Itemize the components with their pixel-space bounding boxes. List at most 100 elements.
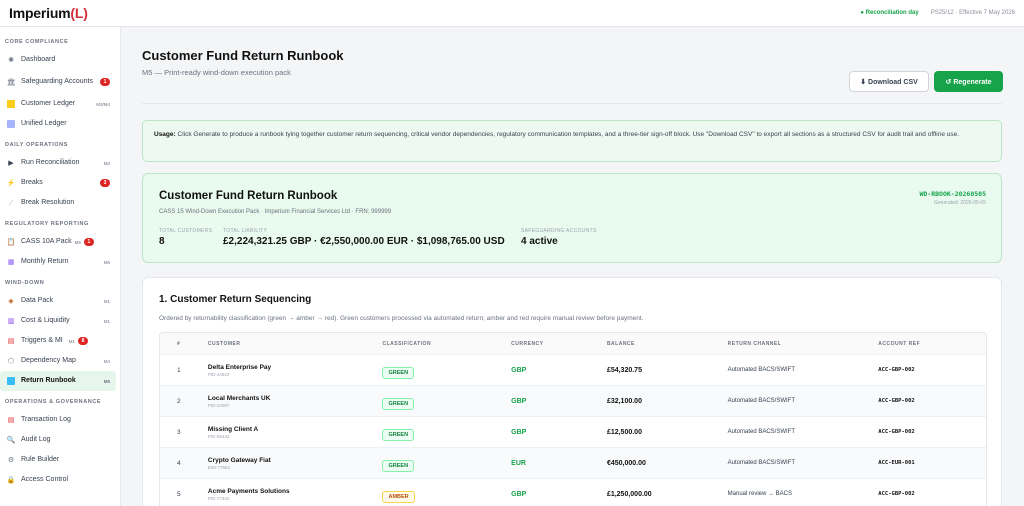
count-badge: 8	[78, 337, 89, 345]
account-ref: ACC-GBP-002	[878, 367, 915, 373]
column-header: CURRENCY	[511, 340, 544, 347]
log-icon: ▤	[7, 416, 15, 424]
classification-cell: AMBER	[382, 485, 511, 503]
column-header: #	[177, 340, 181, 347]
module-tag: M1	[103, 298, 110, 304]
top-bar: Imperium(L) ● Reconciliation day PS25/12…	[0, 0, 1024, 27]
logo-text: Imperium	[9, 5, 71, 21]
runbook-subtitle: CASS 15 Wind-Down Execution Pack · Imper…	[159, 209, 392, 215]
logo-accent: (L)	[70, 5, 88, 21]
customer-cell: Local Merchants UK PID-22087	[208, 395, 383, 408]
row-number: 2	[177, 397, 181, 405]
sidebar-section-title: WIND-DOWN	[5, 280, 45, 286]
column-header: BALANCE	[606, 340, 635, 347]
sidebar-item-dependency-map[interactable]: ⬡ Dependency Map M4	[0, 351, 116, 371]
sidebar-item-label: Unified Ledger	[21, 120, 67, 127]
customer-id: PID-77342	[207, 495, 230, 501]
sidebar-item-cost-liquidity[interactable]: ▥ Cost & Liquidity M1	[0, 311, 116, 331]
account-ref: ACC-GBP-002	[878, 429, 915, 435]
page-subtitle: M5 — Print-ready wind-down execution pac…	[142, 68, 291, 77]
sidebar-item-label: Audit Log	[21, 436, 51, 443]
section-description: Ordered by returnability classification …	[159, 315, 644, 322]
module-tag: M4	[103, 358, 110, 364]
sidebar-item-return-runbook[interactable]: Return Runbook M5	[0, 371, 116, 391]
reconciliation-status: ● Reconciliation day	[860, 10, 919, 16]
sidebar-item-label: Monthly Return	[21, 258, 69, 265]
sidebar: CORE COMPLIANCE ✺ Dashboard 🏛 Safeguarding…	[0, 27, 121, 506]
classification-badge: GREEN	[382, 398, 415, 410]
classification-cell: GREEN	[382, 423, 511, 441]
sidebar-item-customer-ledger[interactable]: Customer Ledger M3/M4	[0, 94, 116, 114]
customer-cell: Missing Client A PID-55432	[208, 426, 383, 439]
sidebar-item-label: Rule Builder	[21, 456, 60, 463]
column-header: RETURN CHANNEL	[727, 340, 782, 347]
table-row: 3 Missing Client A PID-55432 GREEN GBP £1…	[160, 417, 986, 448]
sidebar-item-monthly-return[interactable]: ▦ Monthly Return M6	[0, 252, 116, 272]
return-channel: Automated BACS/SWIFT	[727, 367, 795, 373]
classification-cell: GREEN	[382, 361, 511, 379]
usage-text: Click Generate to produce a runbook tyin…	[175, 131, 960, 138]
policy-meta: PS25/12 · Effective 7 May 2026	[930, 10, 1015, 16]
lightning-icon: ⚡	[6, 179, 16, 187]
sidebar-item-rule-builder[interactable]: ⚙ Rule Builder	[0, 450, 116, 470]
runbook-title: Customer Fund Return Runbook	[159, 190, 338, 202]
column-header: CUSTOMER	[207, 340, 241, 347]
module-tag: M5	[103, 378, 110, 384]
customer-name: Acme Payments Solutions	[207, 487, 290, 495]
stat-label: SAFEGUARDING ACCOUNTS	[521, 228, 597, 234]
balance: €450,000.00	[606, 459, 646, 467]
stat-label: TOTAL CUSTOMERS	[159, 228, 213, 234]
map-icon: ⬡	[7, 357, 15, 365]
sidebar-item-triggers-mi[interactable]: ▤ Triggers & MI M1 8	[0, 331, 116, 351]
balance: £54,320.75	[606, 366, 642, 374]
count-badge: 1	[100, 78, 110, 86]
sidebar-item-transaction-log[interactable]: ▤ Transaction Log	[0, 410, 116, 430]
module-tag: M2	[103, 160, 110, 166]
sidebar-item-access-control[interactable]: 🔒 Access Control	[0, 470, 116, 490]
balance: £32,100.00	[606, 397, 642, 405]
customer-name: Crypto Gateway Fiat	[207, 456, 271, 464]
customer-return-sequencing-section: 1. Customer Return Sequencing Ordered by…	[142, 277, 1002, 506]
regenerate-button[interactable]: ↺ Regenerate	[934, 71, 1003, 92]
return-channel: Automated BACS/SWIFT	[727, 460, 795, 466]
sidebar-item-unified-ledger[interactable]: Unified Ledger	[0, 114, 116, 134]
sidebar-item-label: Dashboard	[21, 56, 56, 63]
trigger-icon: ▤	[7, 337, 15, 345]
sidebar-item-cass-10a-pack[interactable]: 📋 CASS 10A Pack M5 1	[0, 232, 116, 252]
row-number: 3	[177, 428, 181, 436]
usage-note: Usage: Click Generate to produce a runbo…	[142, 120, 1002, 162]
generated-date: Generated: 2026-05-05	[934, 200, 986, 206]
stat-label: TOTAL LIABILITY	[223, 228, 268, 234]
download-csv-button[interactable]: ⬇ Download CSV	[849, 71, 929, 92]
sidebar-item-label: Run Reconciliation	[21, 159, 80, 166]
stat-value: 8	[159, 236, 165, 247]
return-channel: Automated BACS/SWIFT	[727, 429, 795, 435]
count-badge: 1	[83, 238, 94, 246]
customer-id: PID-22087	[207, 402, 230, 408]
sidebar-item-label: Customer Ledger	[21, 100, 76, 107]
module-tag: M1	[68, 338, 76, 344]
customer-name: Local Merchants UK	[207, 394, 271, 402]
app-logo[interactable]: Imperium(L)	[9, 5, 88, 21]
sidebar-item-data-pack[interactable]: ◈ Data Pack M1	[0, 291, 116, 311]
main-content: Customer Fund Return Runbook M5 — Print-…	[122, 27, 1024, 506]
sidebar-item-breaks[interactable]: ⚡ Breaks 3	[0, 173, 116, 193]
dashboard-icon: ✺	[8, 56, 14, 64]
cost-icon: ▥	[7, 317, 15, 325]
unified-ledger-icon	[7, 120, 15, 128]
sidebar-item-run-reconciliation[interactable]: ▶ Run Reconciliation M2	[0, 153, 116, 173]
sidebar-item-break-resolution[interactable]: ⟋ Break Resolution	[0, 193, 116, 213]
sidebar-item-dashboard[interactable]: ✺ Dashboard	[0, 50, 116, 70]
sidebar-item-label: Data Pack	[21, 297, 54, 304]
sidebar-item-audit-log[interactable]: 🔍 Audit Log	[0, 430, 116, 450]
account-ref: ACC-GBP-002	[878, 398, 915, 404]
balance: £12,500.00	[606, 428, 642, 436]
return-sequencing-table: # CUSTOMER CLASSIFICATION CURRENCY BALAN…	[159, 332, 987, 506]
stat-value: £2,224,321.25 GBP · €2,550,000.00 EUR · …	[223, 236, 505, 247]
runbook-summary-card: Customer Fund Return Runbook CASS 15 Win…	[142, 173, 1002, 263]
sidebar-item-label: Break Resolution	[21, 199, 75, 206]
book-icon	[7, 377, 15, 385]
classification-badge: AMBER	[382, 491, 415, 503]
sidebar-item-safeguarding-accounts[interactable]: 🏛 Safeguarding Accounts 1	[0, 70, 116, 94]
table-row: 1 Delta Enterprise Pay PID-44523 GREEN GB…	[160, 355, 986, 386]
